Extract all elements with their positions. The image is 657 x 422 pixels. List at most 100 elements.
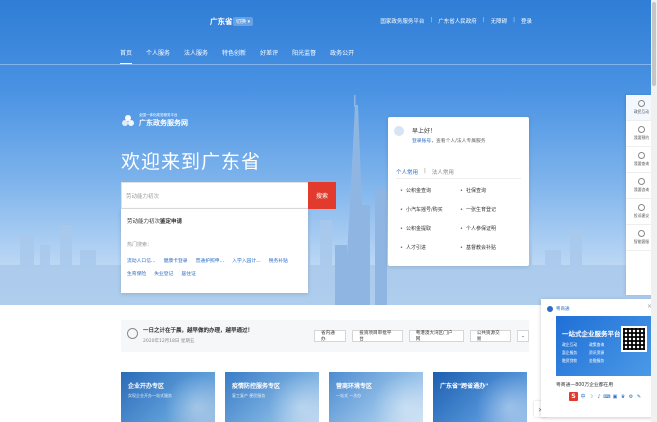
question-icon bbox=[638, 178, 645, 185]
service-link[interactable]: 基督教会补贴 bbox=[460, 244, 520, 251]
search-icon bbox=[638, 152, 645, 159]
greeting: 早上好！ bbox=[412, 128, 437, 135]
hot-term[interactable]: 生育保险 bbox=[127, 270, 146, 277]
nav-innovation[interactable]: 特色创新 bbox=[222, 48, 246, 64]
nav-home[interactable]: 首页 bbox=[120, 48, 133, 64]
keyboard-icon[interactable]: ⌨ bbox=[603, 393, 610, 400]
sun-icon bbox=[127, 328, 138, 339]
quick-link-investment[interactable]: 投资项目审批平台 bbox=[352, 330, 403, 342]
tile-subtitle: 一站式 一次办 bbox=[336, 393, 362, 398]
guangdong-logo-icon bbox=[122, 114, 134, 126]
login-account-link[interactable]: 登录账号 bbox=[412, 139, 431, 144]
site-logo[interactable]: 全国一体化政务服务平台 广东政务服务网 bbox=[121, 113, 188, 128]
handwriting-icon[interactable]: ✎ bbox=[636, 393, 642, 400]
feature-tiles: 企业开办专区 实现企业开办一站式服务 疫情防控服务专区 复工复产 便民服务 营商… bbox=[121, 372, 527, 422]
promo-features: 政企互动 政策查询 惠企服务 资讯资源 融资贷款 金融服务 bbox=[562, 342, 614, 364]
sogou-icon[interactable]: S bbox=[569, 392, 578, 401]
tile-business-env[interactable]: 营商环境专区 一站式 一次办 bbox=[329, 372, 423, 422]
tile-cross-province[interactable]: 广东省"跨省通办" bbox=[433, 372, 527, 422]
tile-title: 广东省"跨省通办" bbox=[440, 383, 489, 390]
search-button[interactable]: 搜索 bbox=[308, 182, 336, 209]
promo-subtitle: 粤商通—800万企业都在用 bbox=[556, 383, 614, 388]
link-provincial-gov[interactable]: 广东省人民政府 bbox=[438, 17, 477, 25]
nav-personal[interactable]: 个人服务 bbox=[146, 48, 170, 64]
search-box: 搜索 bbox=[121, 182, 336, 209]
notice-title: 一日之计在于晨，越早做的办理，越早通过！ bbox=[143, 328, 254, 334]
hot-term[interactable]: 普通护照申... bbox=[196, 257, 225, 264]
separator: | bbox=[430, 17, 433, 23]
quick-link-greater-bay[interactable]: 粤港澳大湾区门户网 bbox=[408, 330, 464, 342]
suggestion-highlight: 鉴定申请 bbox=[160, 219, 183, 225]
login-link[interactable]: 登录 bbox=[521, 17, 532, 25]
service-link[interactable]: 个人参保证明 bbox=[460, 225, 520, 232]
hot-term[interactable]: 居住证 bbox=[181, 270, 195, 277]
greeting-subtext: 登录账号，查看个人/法人专属服务 bbox=[412, 137, 486, 144]
tile-enterprise[interactable]: 企业开办专区 实现企业开办一站式服务 bbox=[121, 372, 215, 422]
promo-feature: 政企互动 bbox=[562, 342, 578, 347]
moon-icon[interactable]: ☽ bbox=[588, 393, 594, 400]
hot-term[interactable]: 流动人口信... bbox=[127, 257, 156, 264]
hot-term[interactable]: 健康卡登录 bbox=[164, 257, 188, 264]
suggestion-item[interactable]: 劳动能力初次鉴定申请 bbox=[127, 217, 182, 225]
quick-link-public-resource[interactable]: 公共资源交易 bbox=[469, 330, 512, 342]
service-link[interactable]: 公积金查询 bbox=[400, 187, 460, 194]
promo-banner[interactable]: 一站式企业服务平台 政企互动 政策查询 惠企服务 资讯资源 融资贷款 金融服务 bbox=[556, 316, 652, 376]
suggestion-prefix: 劳动能力初次 bbox=[127, 219, 161, 225]
tile-image bbox=[363, 372, 423, 422]
service-link[interactable]: 公积金提取 bbox=[400, 225, 460, 232]
link-national-platform[interactable]: 国家政务服务平台 bbox=[380, 17, 424, 25]
hot-term[interactable]: 失业登记 bbox=[154, 270, 173, 277]
hot-term[interactable]: 入学入园计... bbox=[232, 257, 261, 264]
nav-disclosure[interactable]: 政务公开 bbox=[330, 48, 354, 64]
rail-label: 我要咨询 bbox=[633, 187, 650, 192]
tile-subtitle: 实现企业开办一站式服务 bbox=[128, 393, 172, 398]
welcome-heading: 欢迎来到广东省 bbox=[121, 151, 262, 173]
search-suggestions: 劳动能力初次鉴定申请 热门搜索： 流动人口信... 健康卡登录 普通护照申...… bbox=[121, 209, 308, 293]
nav-supervision[interactable]: 阳光监督 bbox=[292, 48, 316, 64]
headset-icon bbox=[638, 230, 645, 237]
rail-label: 投诉建议 bbox=[633, 213, 650, 218]
switch-city-button[interactable]: 切换 ▾ bbox=[233, 17, 254, 26]
ime-toolbar: S 中 ☽ ♪ ⌨ ▣ ♛ ⚙ ✎ bbox=[569, 392, 642, 401]
hot-term[interactable]: 税务补贴 bbox=[269, 257, 288, 264]
user-service-card: 早上好！ 登录账号，查看个人/法人专属服务 个人常用 | 法人常用 公积金查询 … bbox=[388, 117, 529, 266]
settings-icon[interactable]: ⚙ bbox=[628, 393, 634, 400]
yueshangtong-logo-icon bbox=[547, 306, 553, 312]
skin-icon[interactable]: ♛ bbox=[620, 393, 626, 400]
tile-title: 企业开办专区 bbox=[128, 383, 165, 390]
quick-links: 省内通办 投资项目审批平台 粤港澳大湾区门户网 公共资源交易 ⌄ bbox=[314, 330, 529, 342]
page-scrollbar[interactable] bbox=[651, 0, 657, 422]
chinese-mode-icon[interactable]: 中 bbox=[580, 393, 586, 400]
nav-evaluation[interactable]: 好差评 bbox=[260, 48, 278, 64]
tile-epidemic[interactable]: 疫情防控服务专区 复工复产 便民服务 bbox=[225, 372, 319, 422]
promo-feature: 金融服务 bbox=[589, 358, 605, 363]
scrollbar-thumb[interactable] bbox=[652, 2, 656, 86]
top-links: 国家政务服务平台 | 广东省人民政府 | 无障碍 | 登录 bbox=[380, 17, 532, 25]
promo-feature: 政策查询 bbox=[589, 342, 605, 347]
service-link[interactable]: 社保查询 bbox=[460, 187, 520, 194]
screenshot-icon[interactable]: ▣ bbox=[612, 393, 618, 400]
nav-divider bbox=[0, 64, 657, 65]
current-city: 广东省 bbox=[210, 17, 233, 26]
yueshangtong-promo: 粤商通 × 一站式企业服务平台 政企互动 政策查询 惠企服务 资讯资源 融资贷款… bbox=[541, 299, 657, 417]
main-nav: 首页 个人服务 法人服务 特色创新 好差评 阳光监督 政务公开 bbox=[120, 48, 354, 64]
service-link[interactable]: 人才引进 bbox=[400, 244, 460, 251]
tile-image bbox=[259, 372, 319, 422]
promo-header: 粤商通 bbox=[547, 306, 570, 312]
rail-label: 政民互动 bbox=[633, 109, 650, 114]
logo-title: 广东政务服务网 bbox=[139, 119, 188, 127]
link-accessibility[interactable]: 无障碍 bbox=[491, 17, 508, 25]
promo-title: 一站式企业服务平台 bbox=[562, 330, 621, 338]
rail-label: 我要查询 bbox=[633, 161, 650, 166]
service-link[interactable]: 一张生育登记 bbox=[460, 206, 520, 213]
quick-link-cross-region[interactable]: 省内通办 bbox=[314, 330, 347, 342]
hero-banner bbox=[0, 0, 657, 305]
voice-icon[interactable]: ♪ bbox=[596, 393, 602, 400]
nav-corporate[interactable]: 法人服务 bbox=[184, 48, 208, 64]
service-link[interactable]: 小汽车摇号/购买 bbox=[400, 206, 460, 213]
tab-divider bbox=[396, 178, 521, 179]
more-links-button[interactable]: ⌄ bbox=[517, 330, 529, 342]
search-input[interactable] bbox=[122, 183, 310, 208]
qr-code-icon bbox=[621, 326, 647, 352]
rail-label: 我要预约 bbox=[633, 135, 650, 140]
